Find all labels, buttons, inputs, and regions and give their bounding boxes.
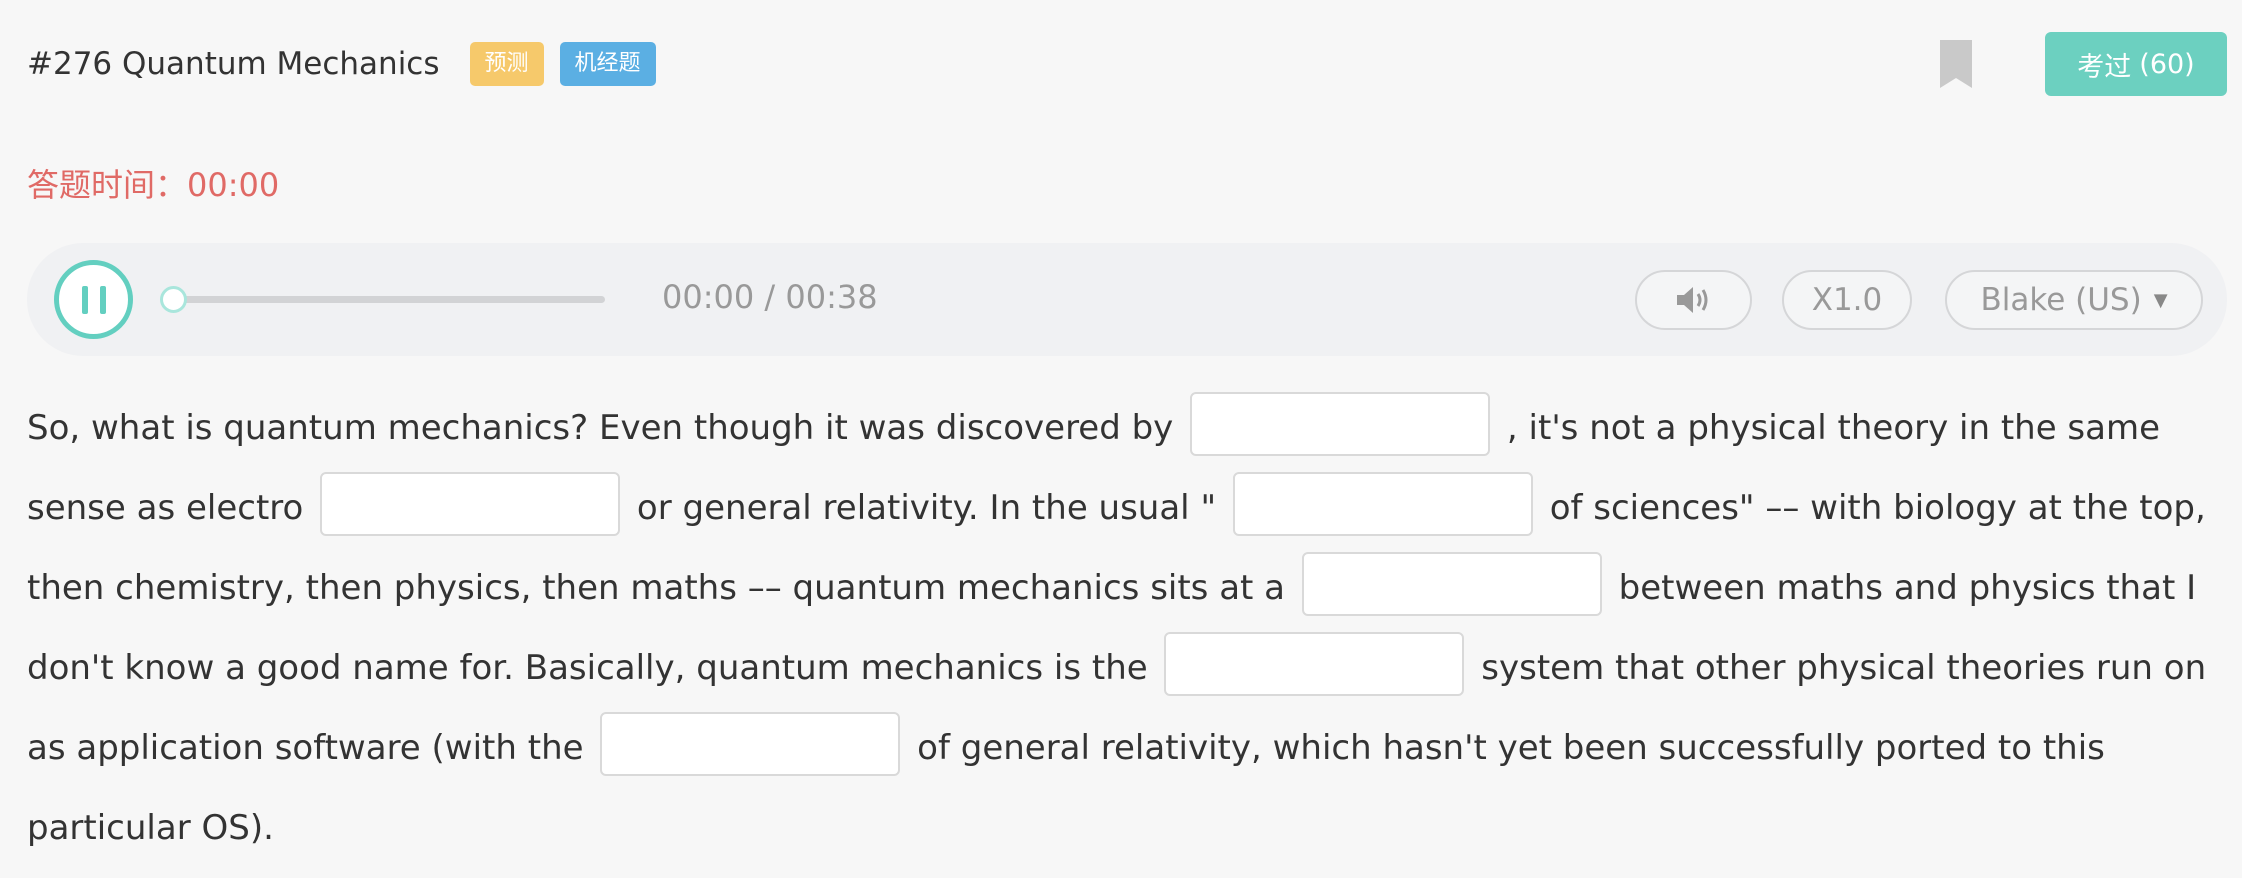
predict-badge: 预测 bbox=[469, 42, 544, 86]
volume-button[interactable] bbox=[1635, 270, 1752, 330]
passed-count: (60) bbox=[2139, 48, 2195, 80]
passed-label: 考过 bbox=[2077, 51, 2132, 83]
time-display: 00:00 / 00:38 bbox=[662, 278, 878, 316]
exam-question-badge: 机经题 bbox=[559, 42, 656, 86]
timer-value: 00:00 bbox=[187, 166, 280, 204]
current-time: 00:00 bbox=[662, 278, 755, 316]
fill-in-passage: So, what is quantum mechanics? Even thou… bbox=[27, 388, 2227, 868]
question-header: #276 Quantum Mechanics 预测 机经题 考过 (60) bbox=[27, 32, 2227, 96]
pause-button[interactable] bbox=[54, 260, 133, 339]
blank-input-3[interactable] bbox=[1232, 471, 1533, 536]
page: #276 Quantum Mechanics 预测 机经题 考过 (60) 答题… bbox=[0, 0, 2242, 878]
question-title: #276 Quantum Mechanics bbox=[27, 46, 440, 82]
voice-select[interactable]: Blake (US) ▼ bbox=[1945, 270, 2203, 330]
progress-handle[interactable] bbox=[160, 286, 187, 313]
blank-input-6[interactable] bbox=[600, 711, 901, 776]
caret-down-icon: ▼ bbox=[2153, 289, 2168, 311]
speaker-icon bbox=[1676, 287, 1707, 313]
blank-input-4[interactable] bbox=[1301, 551, 1602, 616]
blank-input-5[interactable] bbox=[1164, 631, 1465, 696]
voice-value: Blake (US) bbox=[1980, 282, 2142, 318]
blank-input-2[interactable] bbox=[320, 471, 621, 536]
timer-label: 答题时间： bbox=[27, 166, 188, 204]
progress-track[interactable] bbox=[170, 296, 605, 303]
passed-count-button[interactable]: 考过 (60) bbox=[2045, 32, 2227, 96]
passage-text: or general relativity. In the usual " bbox=[626, 488, 1227, 528]
blank-input-1[interactable] bbox=[1190, 391, 1491, 456]
passage-text: So, what is quantum mechanics? Even thou… bbox=[27, 408, 1185, 448]
answer-timer: 答题时间：00:00 bbox=[27, 160, 279, 206]
audio-player: 00:00 / 00:38 X1.0 Blake (US) ▼ bbox=[27, 243, 2227, 356]
playback-speed-button[interactable]: X1.0 bbox=[1782, 270, 1912, 330]
total-time: 00:38 bbox=[785, 278, 878, 316]
pause-icon bbox=[81, 285, 88, 314]
time-separator: / bbox=[764, 278, 776, 316]
bookmark-icon[interactable] bbox=[1940, 40, 1972, 88]
